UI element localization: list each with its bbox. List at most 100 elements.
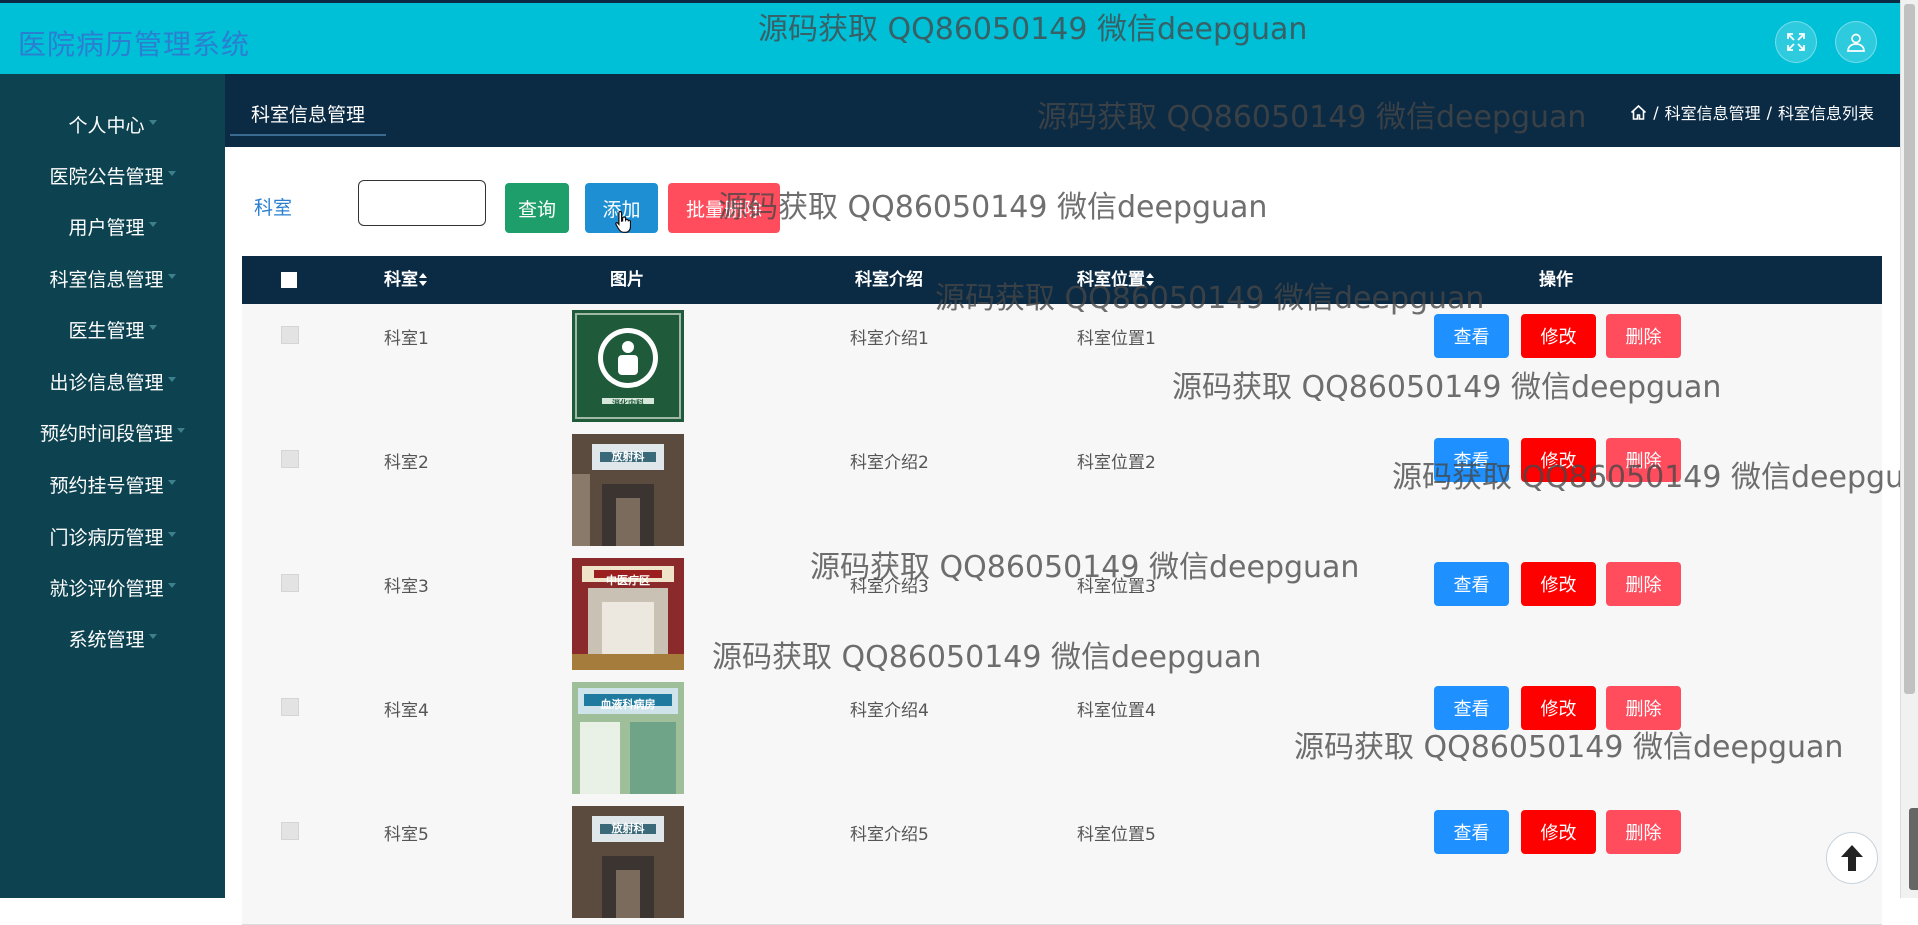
cell-name: 科室4 [384, 701, 429, 721]
sidebar-item[interactable]: 用户管理 [0, 206, 225, 246]
chevron-down-icon [148, 221, 157, 227]
chevron-down-icon [167, 582, 176, 588]
column-header-name[interactable]: 科室 [384, 256, 427, 304]
watermark: 源码获取 QQ86050149 微信deepguan [718, 190, 1268, 225]
cell-intro: 科室介绍1 [850, 329, 929, 349]
sidebar-item-label: 科室信息管理 [49, 268, 164, 291]
department-image: 放射科 [572, 806, 684, 918]
cell-location: 科室位置5 [1077, 825, 1156, 845]
watermark: 源码获取 QQ86050149 微信deepguan [1037, 100, 1587, 135]
sidebar-item[interactable]: 医院公告管理 [0, 155, 225, 195]
image-sign-text: 血液科病房 [600, 698, 656, 711]
chevron-down-icon [148, 633, 157, 639]
delete-button[interactable]: 删除 [1606, 810, 1681, 854]
cell-name: 科室5 [384, 825, 429, 845]
sidebar-item-label: 医院公告管理 [49, 165, 164, 188]
sidebar-item[interactable]: 预约时间段管理 [0, 412, 225, 452]
sidebar-item[interactable]: 系统管理 [0, 618, 225, 658]
row-checkbox[interactable] [281, 326, 299, 344]
chevron-down-icon [167, 376, 176, 382]
breadcrumb-level2: 科室信息列表 [1777, 104, 1874, 123]
edit-button[interactable]: 修改 [1521, 810, 1596, 854]
sidebar-item-label: 门诊病历管理 [49, 526, 164, 549]
cell-intro: 科室介绍2 [850, 453, 929, 473]
chevron-down-icon [167, 479, 176, 485]
column-header-image: 图片 [610, 270, 644, 290]
scrollbar-thumb[interactable] [1904, 4, 1915, 694]
search-input[interactable] [358, 180, 486, 226]
query-button[interactable]: 查询 [505, 183, 569, 233]
breadcrumb-level1[interactable]: 科室信息管理 [1665, 100, 1761, 124]
app-title: 医院病历管理系统 [18, 28, 251, 61]
cell-location: 科室位置1 [1077, 329, 1156, 349]
department-image: 血液科病房 [572, 682, 684, 794]
edit-button[interactable]: 修改 [1521, 314, 1596, 358]
chevron-down-icon [177, 427, 185, 433]
column-header-actions: 操作 [1539, 270, 1573, 290]
sidebar-item[interactable]: 预约挂号管理 [0, 464, 225, 504]
delete-button[interactable]: 删除 [1606, 562, 1681, 606]
row-checkbox[interactable] [281, 822, 299, 840]
cell-location: 科室位置2 [1077, 453, 1156, 473]
cell-intro: 科室介绍5 [850, 825, 929, 845]
sidebar-item[interactable]: 出诊信息管理 [0, 361, 225, 401]
department-image: 中医疗区 [572, 558, 684, 670]
watermark: 源码获取 QQ86050149 微信deepguan [758, 12, 1308, 47]
sidebar-item-label: 就诊评价管理 [49, 577, 164, 600]
back-to-top-button[interactable] [1826, 832, 1878, 884]
chevron-down-icon [148, 119, 157, 125]
department-image: 放射科 [572, 434, 684, 546]
row-checkbox[interactable] [281, 450, 299, 468]
cell-location: 科室位置4 [1077, 701, 1156, 721]
watermark: 源码获取 QQ86050149 微信deepguan [1392, 460, 1900, 495]
chevron-down-icon [167, 531, 176, 537]
sidebar-item-label: 预约时间段管理 [39, 422, 173, 445]
page-scrollbar[interactable] [1900, 0, 1918, 898]
view-button[interactable]: 查看 [1434, 314, 1509, 358]
watermark: 源码获取 QQ86050149 微信deepguan [1172, 370, 1722, 405]
breadcrumb-separator: / [1766, 102, 1772, 122]
sidebar-item[interactable]: 就诊评价管理 [0, 567, 225, 607]
department-image: 消化内科 [572, 310, 684, 422]
scrollbar-handle[interactable] [1909, 808, 1918, 890]
select-all-checkbox[interactable] [281, 272, 297, 288]
tab-department-info[interactable]: 科室信息管理 [230, 96, 386, 136]
breadcrumb: / 科室信息管理 / 科室信息列表 [1630, 100, 1874, 124]
sidebar-item[interactable]: 医生管理 [0, 309, 225, 349]
edit-button[interactable]: 修改 [1521, 562, 1596, 606]
column-header-intro: 科室介绍 [855, 270, 923, 290]
hand-cursor-icon [615, 210, 631, 233]
sidebar-item-label: 出诊信息管理 [49, 371, 164, 394]
delete-button[interactable]: 删除 [1606, 314, 1681, 358]
sidebar-item-label: 系统管理 [68, 628, 145, 651]
row-checkbox[interactable] [281, 574, 299, 592]
row-checkbox[interactable] [281, 698, 299, 716]
chevron-down-icon [167, 170, 176, 176]
cell-name: 科室2 [384, 453, 429, 473]
cell-name: 科室1 [384, 329, 429, 349]
watermark: 源码获取 QQ86050149 微信deepguan [1294, 730, 1844, 765]
image-sign-text: 中医疗区 [606, 574, 650, 587]
home-icon[interactable] [1630, 104, 1647, 121]
view-button[interactable]: 查看 [1434, 810, 1509, 854]
cell-name: 科室3 [384, 577, 429, 597]
sidebar-item-label: 个人中心 [68, 114, 145, 137]
sidebar-item-label: 用户管理 [68, 216, 145, 239]
sidebar-item[interactable]: 科室信息管理 [0, 258, 225, 298]
watermark: 源码获取 QQ86050149 微信deepguan [935, 281, 1485, 316]
image-sign-text: 消化内科 [612, 399, 644, 408]
watermark: 源码获取 QQ86050149 微信deepguan [810, 550, 1360, 585]
fullscreen-icon[interactable] [1775, 21, 1817, 63]
arrow-up-icon [1841, 845, 1863, 871]
view-button[interactable]: 查看 [1434, 562, 1509, 606]
sidebar-item-label: 医生管理 [68, 319, 145, 342]
search-label: 科室 [254, 197, 293, 219]
user-icon[interactable] [1835, 21, 1877, 63]
table-row: 科室5 放射科 科室介绍5 科室位置5 查看 修改 删除 [242, 800, 1882, 925]
image-sign-text: 放射科 [611, 450, 645, 463]
sidebar-item-label: 预约挂号管理 [49, 474, 164, 497]
sidebar-item[interactable]: 个人中心 [0, 104, 225, 144]
image-sign-text: 放射科 [611, 822, 645, 835]
sidebar-item[interactable]: 门诊病历管理 [0, 516, 225, 556]
sort-icon[interactable] [419, 273, 427, 287]
